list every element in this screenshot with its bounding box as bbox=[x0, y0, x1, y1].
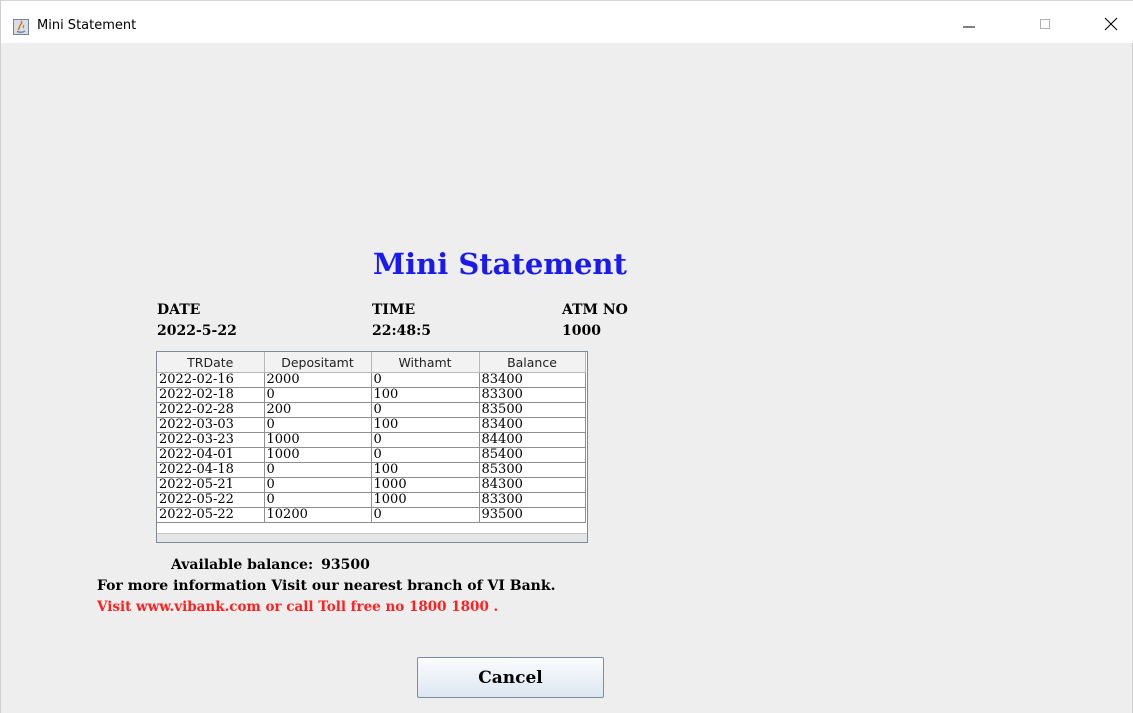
cell-trdate[interactable]: 2022-02-16 bbox=[157, 372, 265, 388]
cell-trdate[interactable]: 2022-05-22 bbox=[157, 492, 265, 508]
cell-balance[interactable]: 85400 bbox=[479, 447, 586, 463]
column-header-depositamt[interactable]: Depositamt bbox=[264, 352, 372, 373]
table-row[interactable]: 2022-05-21 0 1000 84300 bbox=[157, 477, 586, 493]
date-label: DATE bbox=[157, 302, 201, 318]
cell-depositamt[interactable]: 0 bbox=[264, 462, 372, 478]
available-balance: Available balance: 93500 bbox=[171, 557, 370, 573]
cell-balance[interactable]: 85300 bbox=[479, 462, 586, 478]
cell-depositamt[interactable]: 10200 bbox=[264, 507, 372, 523]
cell-balance[interactable]: 83400 bbox=[479, 417, 586, 433]
java-app-icon bbox=[13, 19, 29, 35]
cell-trdate[interactable]: 2022-05-21 bbox=[157, 477, 265, 493]
column-header-trdate[interactable]: TRDate bbox=[157, 352, 265, 373]
cell-depositamt[interactable]: 0 bbox=[264, 387, 372, 403]
column-header-withamt[interactable]: Withamt bbox=[371, 352, 480, 373]
cell-trdate[interactable]: 2022-03-23 bbox=[157, 432, 265, 448]
cell-balance[interactable]: 83500 bbox=[479, 402, 586, 418]
close-button[interactable] bbox=[1088, 7, 1133, 43]
table-row[interactable]: 2022-02-16 2000 0 83400 bbox=[157, 372, 586, 388]
maximize-button[interactable] bbox=[1022, 7, 1068, 43]
table-row[interactable]: 2022-05-22 0 1000 83300 bbox=[157, 492, 586, 508]
table-scrollbar[interactable] bbox=[157, 533, 587, 542]
cell-depositamt[interactable]: 1000 bbox=[264, 432, 372, 448]
table-row[interactable]: 2022-02-18 0 100 83300 bbox=[157, 387, 586, 403]
statement-table[interactable]: TRDate Depositamt Withamt Balance 2022-0… bbox=[156, 351, 588, 543]
cell-balance[interactable]: 84300 bbox=[479, 477, 586, 493]
cell-balance[interactable]: 83300 bbox=[479, 492, 586, 508]
cell-withamt[interactable]: 0 bbox=[371, 447, 480, 463]
table-row[interactable]: 2022-04-01 1000 0 85400 bbox=[157, 447, 586, 463]
cell-withamt[interactable]: 1000 bbox=[371, 477, 480, 493]
cell-depositamt[interactable]: 0 bbox=[264, 492, 372, 508]
window-title: Mini Statement bbox=[37, 18, 137, 33]
cell-balance[interactable]: 83400 bbox=[479, 372, 586, 388]
cell-balance[interactable]: 84400 bbox=[479, 432, 586, 448]
cell-withamt[interactable]: 100 bbox=[371, 462, 480, 478]
cell-depositamt[interactable]: 1000 bbox=[264, 447, 372, 463]
cell-withamt[interactable]: 0 bbox=[371, 507, 480, 523]
available-balance-amount: 93500 bbox=[321, 557, 370, 573]
mini-statement-window: Mini Statement Mini Statement DATE 2022-… bbox=[0, 0, 1133, 713]
cell-depositamt[interactable]: 0 bbox=[264, 417, 372, 433]
cell-trdate[interactable]: 2022-04-18 bbox=[157, 462, 265, 478]
cell-balance[interactable]: 93500 bbox=[479, 507, 586, 523]
cell-depositamt[interactable]: 0 bbox=[264, 477, 372, 493]
table-row[interactable]: 2022-03-03 0 100 83400 bbox=[157, 417, 586, 433]
cell-trdate[interactable]: 2022-02-28 bbox=[157, 402, 265, 418]
cell-trdate[interactable]: 2022-05-22 bbox=[157, 507, 265, 523]
cell-withamt[interactable]: 0 bbox=[371, 432, 480, 448]
time-label: TIME bbox=[372, 302, 416, 318]
table-row[interactable]: 2022-03-23 1000 0 84400 bbox=[157, 432, 586, 448]
cell-trdate[interactable]: 2022-03-03 bbox=[157, 417, 265, 433]
table-row[interactable]: 2022-05-22 10200 0 93500 bbox=[157, 507, 586, 523]
cell-withamt[interactable]: 1000 bbox=[371, 492, 480, 508]
atm-value: 1000 bbox=[562, 323, 601, 339]
cell-balance[interactable]: 83300 bbox=[479, 387, 586, 403]
date-value: 2022-5-22 bbox=[157, 323, 237, 339]
available-balance-label: Available balance: bbox=[171, 557, 314, 573]
maximize-icon bbox=[1038, 16, 1052, 35]
cell-depositamt[interactable]: 2000 bbox=[264, 372, 372, 388]
cell-withamt[interactable]: 100 bbox=[371, 417, 480, 433]
cell-withamt[interactable]: 0 bbox=[371, 372, 480, 388]
page-title: Mini Statement bbox=[373, 247, 627, 281]
cell-withamt[interactable]: 100 bbox=[371, 387, 480, 403]
table-row[interactable]: 2022-04-18 0 100 85300 bbox=[157, 462, 586, 478]
table-header-row: TRDate Depositamt Withamt Balance bbox=[157, 352, 586, 373]
minimize-button[interactable] bbox=[946, 7, 992, 43]
time-value: 22:48:5 bbox=[372, 323, 432, 339]
minimize-icon bbox=[962, 16, 976, 35]
close-icon bbox=[1104, 16, 1118, 35]
cell-withamt[interactable]: 0 bbox=[371, 402, 480, 418]
cell-depositamt[interactable]: 200 bbox=[264, 402, 372, 418]
atm-label: ATM NO bbox=[562, 302, 628, 318]
title-bar: Mini Statement bbox=[1, 0, 1133, 43]
cell-trdate[interactable]: 2022-02-18 bbox=[157, 387, 265, 403]
contact-info-text: Visit www.vibank.com or call Toll free n… bbox=[97, 599, 499, 615]
table-row[interactable]: 2022-02-28 200 0 83500 bbox=[157, 402, 586, 418]
column-header-balance[interactable]: Balance bbox=[479, 352, 586, 373]
cancel-button[interactable]: Cancel bbox=[417, 657, 604, 698]
branch-info-text: For more information Visit our nearest b… bbox=[97, 578, 556, 594]
cell-trdate[interactable]: 2022-04-01 bbox=[157, 447, 265, 463]
